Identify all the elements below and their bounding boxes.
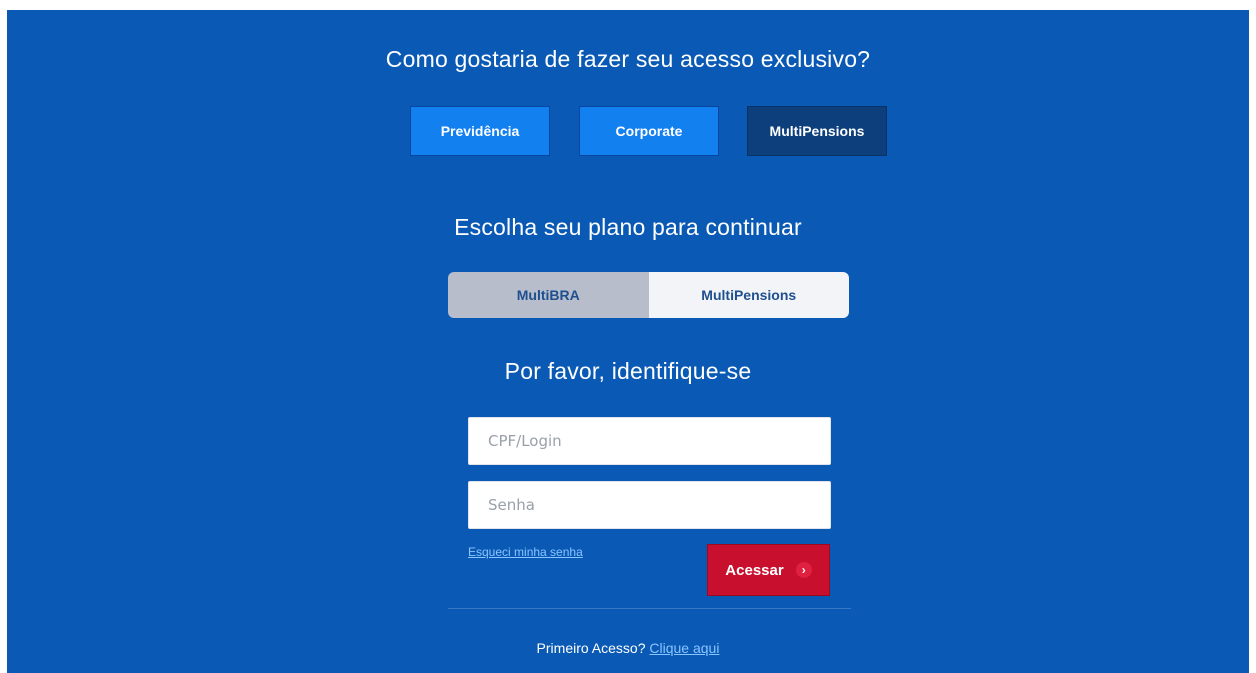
plan-multibra-option[interactable]: MultiBRA: [448, 272, 649, 318]
password-input[interactable]: [468, 481, 831, 529]
first-access-link[interactable]: Clique aqui: [649, 640, 719, 656]
plan-multipensions-option[interactable]: MultiPensions: [648, 272, 849, 318]
previdencia-button[interactable]: Previdência: [410, 106, 550, 156]
chevron-right-icon: ›: [795, 562, 812, 578]
login-panel: Como gostaria de fazer seu acesso exclus…: [7, 10, 1249, 673]
divider: [448, 608, 851, 609]
plan-title: Escolha seu plano para continuar: [454, 214, 802, 240]
cpf-login-input[interactable]: [468, 417, 831, 465]
acessar-label: Acessar: [725, 561, 784, 579]
forgot-password-link[interactable]: Esqueci minha senha: [468, 545, 583, 559]
first-access-question: Primeiro Acesso?: [536, 640, 646, 656]
access-title: Como gostaria de fazer seu acesso exclus…: [385, 46, 871, 72]
corporate-button[interactable]: Corporate: [579, 106, 719, 156]
acessar-button[interactable]: Acessar ›: [707, 544, 830, 596]
plan-toggle: MultiBRA MultiPensions: [448, 272, 849, 318]
identify-title: Por favor, identifique-se: [504, 358, 752, 384]
first-access: Primeiro Acesso? Clique aqui: [7, 640, 1249, 656]
multipensions-button[interactable]: MultiPensions: [747, 106, 887, 156]
